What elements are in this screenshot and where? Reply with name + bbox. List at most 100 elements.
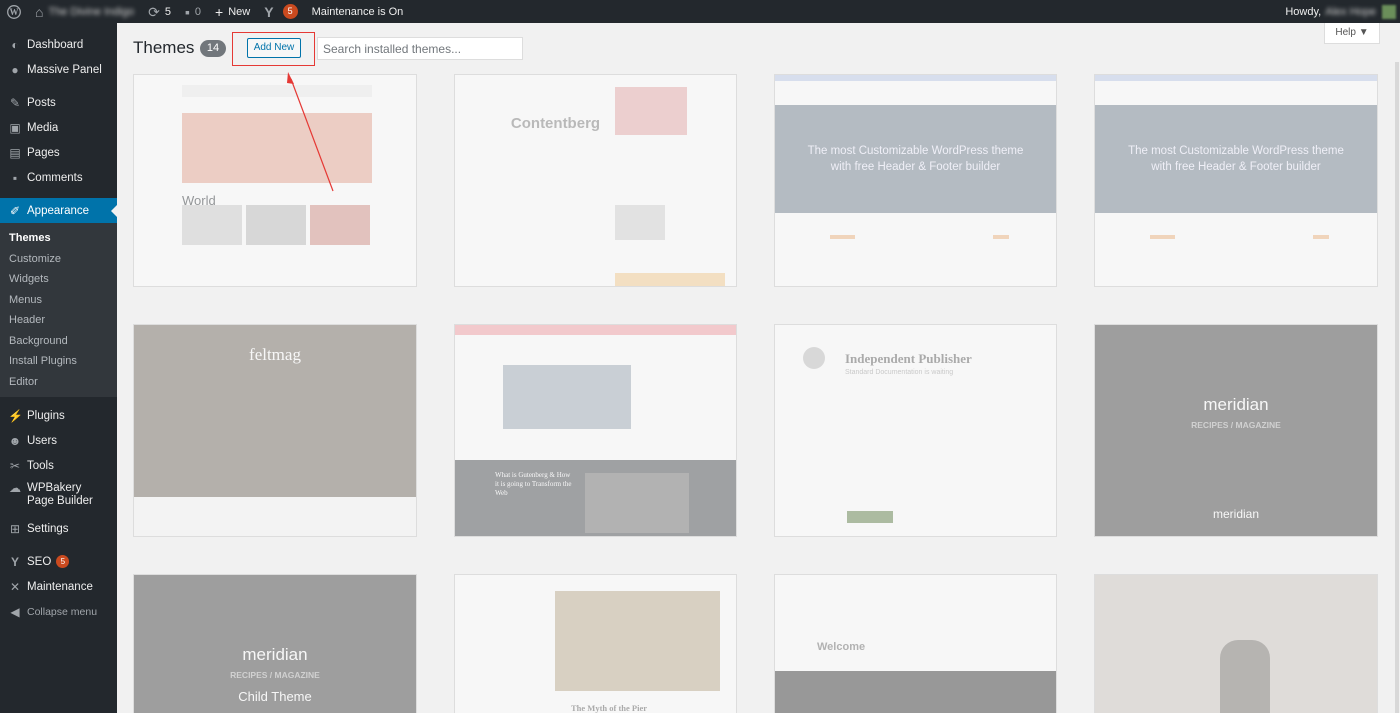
add-new-button[interactable]: Add New — [247, 38, 301, 58]
new-content-menu[interactable]: + New — [208, 0, 257, 23]
theme-card-meridian-child[interactable]: meridian RECIPES / MAGAZINE Child Theme — [133, 574, 417, 713]
theme-preview-text: feltmag — [249, 345, 301, 364]
sidebar-item-media[interactable]: ▣ Media — [0, 115, 117, 140]
updates-menu[interactable]: ⟳ 5 — [141, 0, 178, 23]
search-themes-input[interactable] — [317, 37, 523, 60]
collapse-menu-button[interactable]: ◀ Collapse menu — [0, 599, 117, 624]
theme-card-twenty-fifteen[interactable]: The Myth of the Pier — [454, 574, 737, 713]
paintbrush-icon: ✐ — [9, 203, 21, 218]
submenu-widgets[interactable]: Widgets — [0, 269, 117, 290]
sidebar-item-seo[interactable]: Y SEO 5 — [0, 549, 117, 574]
sidebar-item-label: Plugins — [27, 409, 65, 422]
theme-preview-text: World — [182, 193, 216, 208]
scrollbar[interactable] — [1395, 62, 1399, 713]
collapse-icon: ◀ — [10, 604, 20, 619]
sidebar-item-settings[interactable]: ⊞ Settings — [0, 516, 117, 541]
yoast-icon: Y — [10, 554, 19, 569]
comments-menu[interactable]: ▪ 0 — [178, 0, 208, 23]
sidebar-item-wpbakery[interactable]: ☁ WPBakery Page Builder — [0, 478, 117, 516]
theme-preview-text: Welcome — [817, 641, 866, 653]
sidebar-item-label: Posts — [27, 96, 56, 109]
sidebar-item-label: Comments — [27, 171, 83, 184]
sidebar-item-tools[interactable]: ✂ Tools — [0, 453, 117, 478]
theme-card-hexo[interactable]: World — [133, 74, 417, 287]
theme-card-customify[interactable]: The most Customizable WordPress theme wi… — [774, 74, 1057, 287]
submenu-background[interactable]: Background — [0, 331, 117, 352]
theme-preview-text: The most Customizable WordPress theme wi… — [1128, 145, 1344, 173]
sidebar-item-label: Media — [27, 121, 59, 134]
avatar — [1382, 4, 1396, 19]
wpbakery-icon: ☁ — [9, 481, 21, 495]
yoast-icon: Y — [264, 3, 274, 20]
help-button[interactable]: Help ▼ — [1324, 23, 1380, 44]
sidebar-item-dashboard[interactable]: ◐ Dashboard — [0, 32, 117, 57]
sidebar-item-label: SEO — [27, 555, 52, 568]
sidebar-item-label: Dashboard — [27, 38, 84, 51]
admin-sidebar: ◐ Dashboard ● Massive Panel ✎ Posts ▣ Me… — [0, 23, 117, 713]
theme-preview-subtext: RECIPES / MAGAZINE — [1191, 420, 1281, 430]
submenu-install-plugins[interactable]: Install Plugins — [0, 351, 117, 372]
theme-card-contentberg[interactable]: Contentberg — [454, 74, 737, 287]
admin-bar: W ⌂ The Divine Indigo ⟳ 5 ▪ 0 + New Y 5 … — [0, 0, 1400, 23]
howdy-label: Howdy, — [1285, 5, 1322, 18]
dashboard-icon: ◐ — [11, 37, 19, 52]
submenu-header[interactable]: Header — [0, 310, 117, 331]
sidebar-item-massive-panel[interactable]: ● Massive Panel — [0, 57, 117, 82]
sidebar-item-comments[interactable]: ▪ Comments — [0, 165, 117, 190]
page-title: Themes — [133, 38, 195, 57]
sidebar-item-label: Pages — [27, 146, 60, 159]
settings-icon: ⊞ — [9, 521, 21, 536]
maintenance-status[interactable]: Maintenance is On — [305, 0, 411, 23]
seo-badge: 5 — [56, 555, 70, 568]
sidebar-item-plugins[interactable]: ⚡ Plugins — [0, 403, 117, 428]
home-icon: ⌂ — [35, 3, 44, 20]
user-name: Alex Hope — [1325, 5, 1376, 18]
comments-icon: ▪ — [12, 170, 18, 185]
maintenance-icon: ✕ — [9, 579, 21, 594]
theme-count-badge: 14 — [200, 40, 226, 57]
site-name-menu[interactable]: ⌂ The Divine Indigo — [28, 0, 141, 23]
sidebar-item-label: WPBakery Page Builder — [27, 482, 93, 507]
sidebar-item-label: Users — [27, 434, 58, 447]
theme-card-twenty-seventeen[interactable] — [1094, 574, 1378, 713]
seo-badge: 5 — [282, 4, 298, 19]
theme-preview-text: What is Gutenberg & How it is going to T… — [495, 471, 572, 497]
account-menu[interactable]: Howdy, Alex Hope — [1278, 0, 1400, 23]
submenu-editor[interactable]: Editor — [0, 372, 117, 393]
submenu-menus[interactable]: Menus — [0, 290, 117, 311]
theme-preview-text: meridian — [1203, 395, 1269, 414]
submenu-themes[interactable]: Themes — [0, 228, 117, 249]
plugins-icon: ⚡ — [8, 408, 23, 423]
pin-icon: ✎ — [9, 95, 21, 110]
theme-card-customify-child[interactable]: The most Customizable WordPress theme wi… — [1094, 74, 1378, 287]
theme-card-gutenberg-starter[interactable]: What is Gutenberg & How it is going to T… — [454, 324, 737, 537]
theme-card-twenty-sixteen[interactable]: Welcome — [774, 574, 1057, 713]
wordpress-logo-menu[interactable]: W — [0, 0, 28, 23]
massive-panel-icon: ● — [11, 62, 19, 77]
theme-card-feltmag[interactable]: feltmag — [133, 324, 417, 537]
sidebar-item-maintenance[interactable]: ✕ Maintenance — [0, 574, 117, 599]
submenu-customize[interactable]: Customize — [0, 249, 117, 270]
theme-card-meridian[interactable]: meridian RECIPES / MAGAZINE meridian — [1094, 324, 1378, 537]
maintenance-label: Maintenance is On — [311, 5, 404, 18]
appearance-submenu: Themes Customize Widgets Menus Header Ba… — [0, 223, 117, 397]
sidebar-item-users[interactable]: ☻ Users — [0, 428, 117, 453]
theme-preview-text: The most Customizable WordPress theme wi… — [807, 145, 1024, 173]
theme-preview-text: meridian — [242, 645, 308, 664]
sidebar-item-label: Massive Panel — [27, 63, 102, 76]
svg-text:W: W — [10, 7, 19, 17]
site-name: The Divine Indigo — [48, 5, 135, 18]
updates-count: 5 — [164, 5, 171, 18]
sidebar-item-appearance[interactable]: ✐ Appearance — [0, 198, 117, 223]
seo-menu[interactable]: Y 5 — [257, 0, 304, 23]
sidebar-item-pages[interactable]: ▤ Pages — [0, 140, 117, 165]
theme-preview-text: The Myth of the Pier — [571, 703, 648, 713]
sidebar-item-posts[interactable]: ✎ Posts — [0, 90, 117, 115]
theme-preview-footer: meridian — [1212, 507, 1260, 521]
media-icon: ▣ — [9, 120, 21, 135]
sidebar-item-label: Settings — [27, 522, 69, 535]
pages-icon: ▤ — [9, 145, 21, 160]
theme-preview-subtext: Standard Documentation is waiting — [845, 369, 954, 376]
theme-card-independent-publisher[interactable]: Independent Publisher Standard Documenta… — [774, 324, 1057, 537]
theme-preview-text: Independent Publisher — [845, 351, 972, 366]
